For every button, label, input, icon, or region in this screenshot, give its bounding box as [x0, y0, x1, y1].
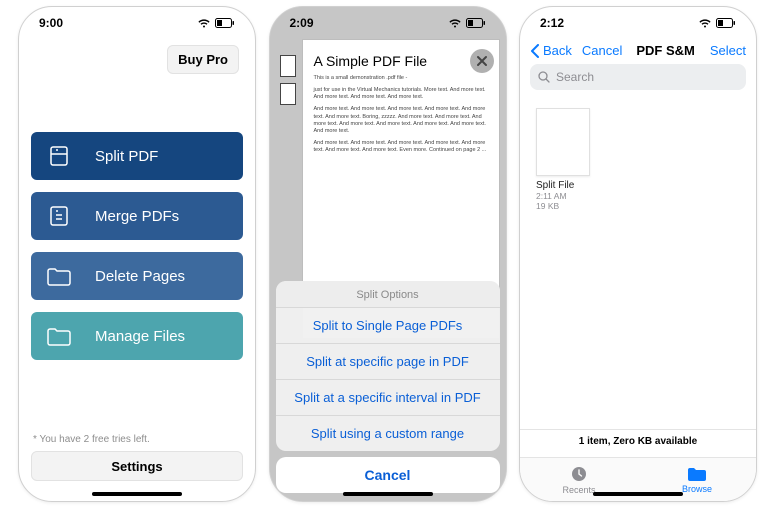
manage-label: Manage Files: [95, 328, 185, 345]
settings-button[interactable]: Settings: [31, 451, 243, 481]
status-indicators: [448, 18, 486, 28]
action-sheet-options: Split Options Split to Single Page PDFs …: [276, 281, 500, 451]
pdf-subtitle: This is a small demonstration .pdf file …: [314, 75, 488, 82]
tab-recents-label: Recents: [562, 485, 595, 495]
free-tries-note: * You have 2 free tries left.: [31, 430, 243, 451]
status-time: 9:00: [39, 16, 63, 30]
file-name: Split File: [536, 180, 600, 191]
search-placeholder: Search: [556, 70, 594, 84]
status-indicators: [197, 18, 235, 28]
status-time: 2:12: [540, 16, 564, 30]
pdf-doc-title: A Simple PDF File: [314, 53, 488, 69]
search-input[interactable]: Search: [530, 64, 746, 90]
tab-browse-label: Browse: [682, 484, 712, 494]
file-thumbnail: [536, 108, 590, 176]
nav-title: PDF S&M: [636, 43, 695, 58]
option-split-interval[interactable]: Split at a specific interval in PDF: [276, 380, 500, 416]
battery-icon: [466, 18, 486, 28]
pdf-thumb-2[interactable]: [280, 83, 296, 105]
close-button[interactable]: [470, 49, 494, 73]
merge-pdfs-button[interactable]: Merge PDFs: [31, 192, 243, 240]
manage-files-button[interactable]: Manage Files: [31, 312, 243, 360]
pdf-thumb-1[interactable]: [280, 55, 296, 77]
split-label: Split PDF: [95, 148, 158, 165]
search-icon: [538, 71, 550, 83]
pdf-paragraph: just for use in the Virtual Mechanics tu…: [314, 87, 488, 101]
chevron-left-icon: [530, 44, 539, 58]
status-time: 2:09: [290, 16, 314, 30]
delete-pages-button[interactable]: Delete Pages: [31, 252, 243, 300]
home-indicator[interactable]: [343, 492, 433, 496]
sheet-title: Split Options: [276, 281, 500, 308]
folder-manage-icon: [45, 322, 73, 350]
battery-icon: [716, 18, 736, 28]
nav-cancel-button[interactable]: Cancel: [582, 43, 622, 58]
split-icon: [45, 142, 73, 170]
cancel-button[interactable]: Cancel: [276, 457, 500, 493]
option-split-single[interactable]: Split to Single Page PDFs: [276, 308, 500, 344]
option-split-range[interactable]: Split using a custom range: [276, 416, 500, 451]
close-icon: [476, 55, 488, 67]
split-pdf-button[interactable]: Split PDF: [31, 132, 243, 180]
screen-files: 2:12 Back Cancel PDF S&M Select Search S…: [519, 6, 757, 502]
status-bar: 9:00: [19, 7, 255, 39]
merge-icon: [45, 202, 73, 230]
folder-delete-icon: [45, 262, 73, 290]
status-bar: 2:12: [520, 7, 756, 39]
home-indicator[interactable]: [593, 492, 683, 496]
home-indicator[interactable]: [92, 492, 182, 496]
back-button[interactable]: Back: [530, 43, 572, 58]
wifi-icon: [448, 18, 462, 28]
clock-icon: [570, 465, 588, 483]
pdf-paragraph: And more text. And more text. And more t…: [314, 140, 488, 154]
battery-icon: [215, 18, 235, 28]
wifi-icon: [698, 18, 712, 28]
buy-pro-button[interactable]: Buy Pro: [167, 45, 239, 74]
file-time: 2:11 AM: [536, 191, 600, 201]
screen-split-options: 2:09 A Simple PDF File This is a small d…: [269, 6, 507, 502]
select-button[interactable]: Select: [710, 43, 746, 58]
storage-status: 1 item, Zero KB available: [520, 429, 756, 453]
file-grid: Split File 2:11 AM 19 KB: [520, 98, 756, 434]
status-indicators: [698, 18, 736, 28]
folder-icon: [687, 466, 707, 482]
file-item[interactable]: Split File 2:11 AM 19 KB: [536, 108, 600, 211]
wifi-icon: [197, 18, 211, 28]
option-split-page[interactable]: Split at specific page in PDF: [276, 344, 500, 380]
nav-bar: Back Cancel PDF S&M Select: [520, 39, 756, 64]
pdf-paragraph: And more text. And more text. And more t…: [314, 106, 488, 135]
delete-label: Delete Pages: [95, 268, 185, 285]
action-list: Split PDF Merge PDFs Delete Pages Manage…: [31, 132, 243, 360]
back-label: Back: [543, 43, 572, 58]
status-bar: 2:09: [270, 7, 506, 39]
merge-label: Merge PDFs: [95, 208, 179, 225]
action-sheet: Split Options Split to Single Page PDFs …: [276, 281, 500, 493]
screen-home: 9:00 Buy Pro Split PDF Merge PDFs: [18, 6, 256, 502]
file-size: 19 KB: [536, 201, 600, 211]
